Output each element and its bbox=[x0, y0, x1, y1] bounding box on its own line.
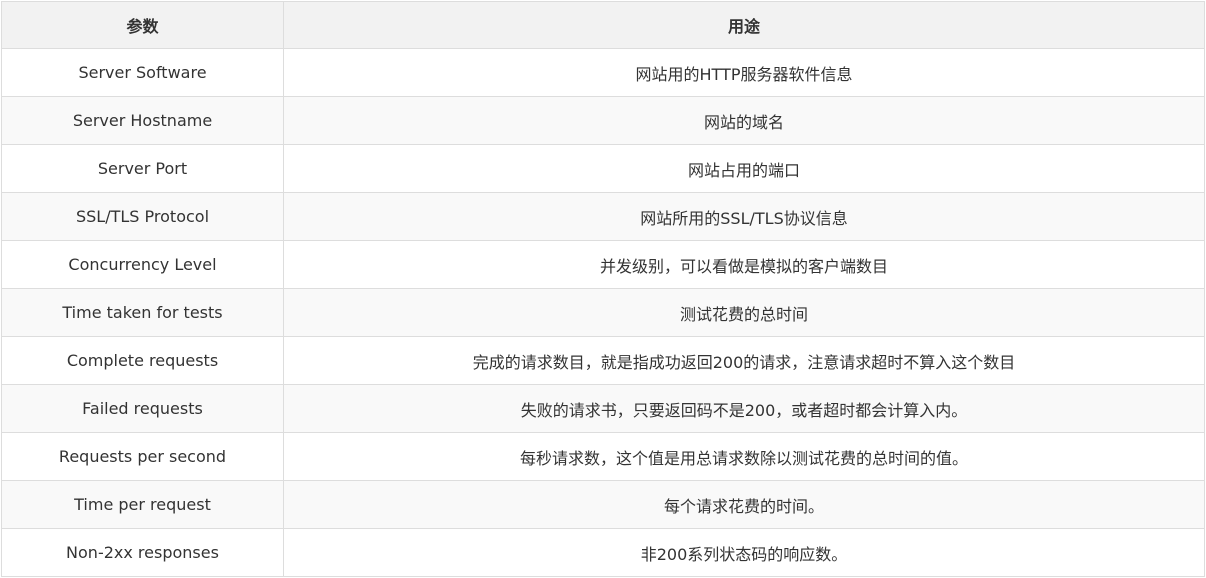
param-cell: Complete requests bbox=[1, 336, 284, 385]
purpose-cell: 完成的请求数目，就是指成功返回200的请求，注意请求超时不算入这个数目 bbox=[283, 336, 1205, 385]
purpose-cell: 测试花费的总时间 bbox=[283, 288, 1205, 337]
table-row: Time per request 每个请求花费的时间。 bbox=[1, 480, 1205, 529]
purpose-cell: 失败的请求书，只要返回码不是200，或者超时都会计算入内。 bbox=[283, 384, 1205, 433]
table-row: SSL/TLS Protocol 网站所用的SSL/TLS协议信息 bbox=[1, 192, 1205, 241]
table-row: Server Hostname 网站的域名 bbox=[1, 96, 1205, 145]
param-cell: Non-2xx responses bbox=[1, 528, 284, 577]
table-row: Complete requests 完成的请求数目，就是指成功返回200的请求，… bbox=[1, 336, 1205, 385]
table-row: Server Port 网站占用的端口 bbox=[1, 144, 1205, 193]
table-row: Failed requests 失败的请求书，只要返回码不是200，或者超时都会… bbox=[1, 384, 1205, 433]
param-cell: Server Software bbox=[1, 48, 284, 97]
table-row: Requests per second 每秒请求数，这个值是用总请求数除以测试花… bbox=[1, 432, 1205, 481]
table-row: Server Software 网站用的HTTP服务器软件信息 bbox=[1, 48, 1205, 97]
header-parameter: 参数 bbox=[1, 1, 284, 49]
param-cell: Server Port bbox=[1, 144, 284, 193]
table-row: Time taken for tests 测试花费的总时间 bbox=[1, 288, 1205, 337]
purpose-cell: 每个请求花费的时间。 bbox=[283, 480, 1205, 529]
param-cell: Time taken for tests bbox=[1, 288, 284, 337]
param-cell: Concurrency Level bbox=[1, 240, 284, 289]
param-cell: Time per request bbox=[1, 480, 284, 529]
param-cell: SSL/TLS Protocol bbox=[1, 192, 284, 241]
purpose-cell: 并发级别，可以看做是模拟的客户端数目 bbox=[283, 240, 1205, 289]
parameter-table-container: 参数 用途 Server Software 网站用的HTTP服务器软件信息 Se… bbox=[0, 0, 1206, 578]
table-row: Concurrency Level 并发级别，可以看做是模拟的客户端数目 bbox=[1, 240, 1205, 289]
purpose-cell: 每秒请求数，这个值是用总请求数除以测试花费的总时间的值。 bbox=[283, 432, 1205, 481]
purpose-cell: 网站的域名 bbox=[283, 96, 1205, 145]
table-row: Non-2xx responses 非200系列状态码的响应数。 bbox=[1, 528, 1205, 577]
param-cell: Server Hostname bbox=[1, 96, 284, 145]
purpose-cell: 网站所用的SSL/TLS协议信息 bbox=[283, 192, 1205, 241]
table-header-row: 参数 用途 bbox=[1, 1, 1205, 49]
parameter-table: 参数 用途 Server Software 网站用的HTTP服务器软件信息 Se… bbox=[1, 1, 1205, 577]
purpose-cell: 非200系列状态码的响应数。 bbox=[283, 528, 1205, 577]
purpose-cell: 网站占用的端口 bbox=[283, 144, 1205, 193]
purpose-cell: 网站用的HTTP服务器软件信息 bbox=[283, 48, 1205, 97]
param-cell: Requests per second bbox=[1, 432, 284, 481]
param-cell: Failed requests bbox=[1, 384, 284, 433]
header-purpose: 用途 bbox=[283, 1, 1205, 49]
